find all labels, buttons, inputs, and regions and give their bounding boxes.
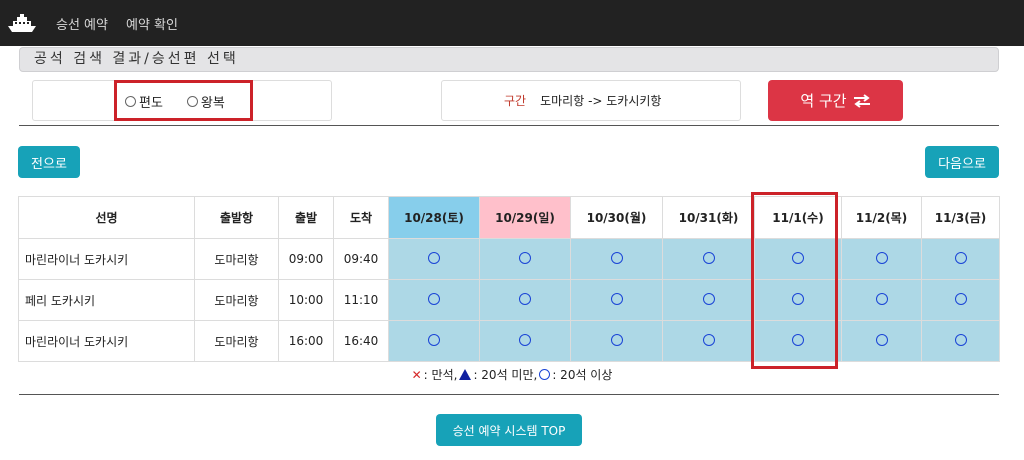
prev-button[interactable]: 전으로 [18, 146, 80, 178]
table-row: 마린라이너 도카시키 도마리항 16:00 16:40 [18, 320, 1000, 362]
route-box: 구간 도마리항 -> 도카시키항 [441, 80, 741, 121]
divider-top [19, 125, 999, 126]
header-depart: 출발 [278, 196, 334, 239]
availability-cell[interactable] [754, 320, 842, 362]
header-date: 10/28(토) [388, 196, 480, 239]
availability-cell[interactable] [570, 320, 663, 362]
available-circle-icon[interactable] [792, 251, 804, 264]
available-circle-icon[interactable] [875, 333, 888, 346]
cell-ship: 마린라이너 도카시키 [18, 320, 195, 362]
reverse-route-button[interactable]: 역 구간 [768, 80, 903, 121]
availability-cell[interactable] [662, 279, 755, 321]
many-seats-circle-icon [539, 369, 551, 380]
cell-arrive: 11:10 [333, 279, 389, 321]
available-circle-icon[interactable] [702, 251, 715, 264]
reverse-route-label: 역 구간 [800, 92, 847, 110]
available-circle-icon[interactable] [519, 333, 531, 346]
available-circle-icon[interactable] [428, 333, 440, 346]
availability-cell[interactable] [754, 238, 842, 280]
available-circle-icon[interactable] [610, 251, 623, 264]
cell-arrive: 16:40 [333, 320, 389, 362]
available-circle-icon[interactable] [954, 292, 967, 305]
schedule-table: 선명 출발항 출발 도착 10/28(토) 10/29(일) 10/30(월) … [18, 196, 1000, 362]
availability-cell[interactable] [662, 238, 755, 280]
available-circle-icon[interactable] [428, 292, 440, 305]
available-circle-icon[interactable] [702, 292, 715, 305]
header-date: 10/29(일) [479, 196, 571, 239]
available-circle-icon[interactable] [954, 333, 967, 346]
availability-cell[interactable] [921, 238, 1000, 280]
availability-cell[interactable] [662, 320, 755, 362]
availability-cell[interactable] [479, 238, 571, 280]
availability-cell[interactable] [921, 320, 1000, 362]
availability-cell[interactable] [570, 238, 663, 280]
cell-ship: 페리 도카시키 [18, 279, 195, 321]
header-date: 11/3(금) [921, 196, 1000, 239]
table-row: 페리 도카시키 도마리항 10:00 11:10 [18, 279, 1000, 321]
legend-full-label: : 만석, [423, 368, 458, 382]
available-circle-icon[interactable] [875, 251, 888, 264]
availability-cell[interactable] [570, 279, 663, 321]
cell-depart: 10:00 [278, 279, 334, 321]
availability-legend: ✕ : 만석, : 20석 미만, : 20석 이상 [0, 366, 1024, 383]
few-seats-triangle-icon [459, 369, 472, 380]
availability-cell[interactable] [921, 279, 1000, 321]
result-title: 공석 검색 결과/승선편 선택 [19, 47, 999, 72]
header-port: 출발항 [194, 196, 279, 239]
ship-logo-icon[interactable] [6, 12, 38, 34]
available-circle-icon[interactable] [792, 292, 804, 305]
full-x-icon: ✕ [411, 367, 422, 382]
available-circle-icon[interactable] [875, 292, 888, 305]
divider-bottom [19, 394, 999, 395]
route-label: 구간 [504, 94, 527, 108]
nav-link-check-reservation[interactable]: 예약 확인 [126, 14, 178, 33]
cell-port: 도마리항 [194, 238, 279, 280]
header-date: 10/30(월) [570, 196, 663, 239]
cell-ship: 마린라이너 도카시키 [18, 238, 195, 280]
legend-many-label: : 20석 이상 [552, 368, 613, 382]
route-value: 도마리항 -> 도카시키항 [540, 94, 662, 108]
availability-cell[interactable] [479, 279, 571, 321]
trip-type-highlight-frame [114, 80, 253, 121]
availability-cell[interactable] [388, 320, 480, 362]
availability-cell[interactable] [841, 320, 922, 362]
cell-depart: 16:00 [278, 320, 334, 362]
available-circle-icon[interactable] [610, 292, 623, 305]
available-circle-icon[interactable] [519, 251, 531, 264]
header-arrive: 도착 [333, 196, 389, 239]
available-circle-icon[interactable] [519, 292, 531, 305]
availability-cell[interactable] [841, 279, 922, 321]
cell-depart: 09:00 [278, 238, 334, 280]
availability-cell[interactable] [754, 279, 842, 321]
header-date: 10/31(화) [662, 196, 755, 239]
table-header-row: 선명 출발항 출발 도착 10/28(토) 10/29(일) 10/30(월) … [18, 196, 1000, 239]
cell-arrive: 09:40 [333, 238, 389, 280]
available-circle-icon[interactable] [610, 333, 623, 346]
availability-cell[interactable] [388, 279, 480, 321]
legend-few-label: : 20석 미만, [473, 368, 538, 382]
header-ship: 선명 [18, 196, 195, 239]
availability-cell[interactable] [388, 238, 480, 280]
availability-cell[interactable] [841, 238, 922, 280]
cell-port: 도마리항 [194, 279, 279, 321]
availability-cell[interactable] [479, 320, 571, 362]
top-navbar: 승선 예약 예약 확인 [0, 0, 1024, 46]
available-circle-icon[interactable] [702, 333, 715, 346]
header-date: 11/1(수) [754, 196, 842, 239]
swap-arrows-icon [853, 93, 870, 108]
cell-port: 도마리항 [194, 320, 279, 362]
header-date: 11/2(목) [841, 196, 922, 239]
available-circle-icon[interactable] [792, 333, 804, 346]
next-button[interactable]: 다음으로 [925, 146, 999, 178]
available-circle-icon[interactable] [954, 251, 967, 264]
available-circle-icon[interactable] [428, 251, 440, 264]
booking-system-top-button[interactable]: 승선 예약 시스템 TOP [436, 414, 582, 446]
table-row: 마린라이너 도카시키 도마리항 09:00 09:40 [18, 238, 1000, 280]
nav-link-booking[interactable]: 승선 예약 [56, 14, 108, 33]
